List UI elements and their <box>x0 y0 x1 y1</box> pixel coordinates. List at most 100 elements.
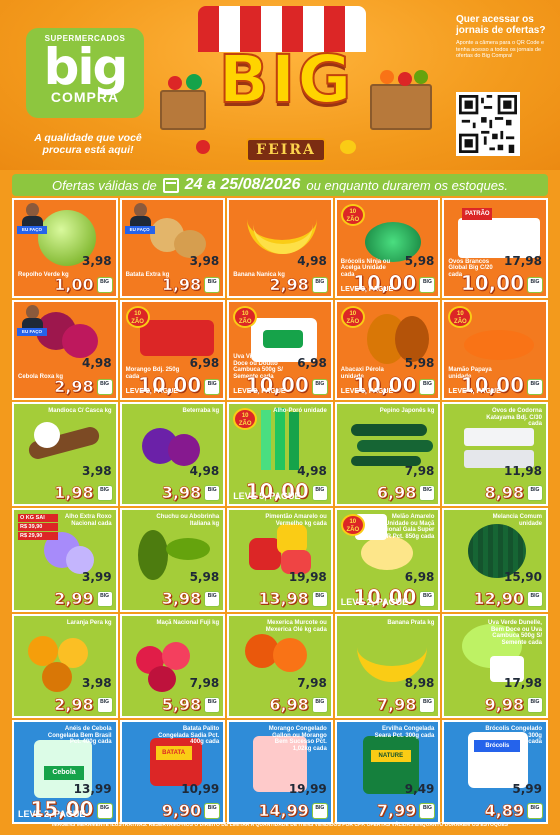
qr-code-icon <box>459 95 517 153</box>
product-card[interactable]: PATRÃO Ovos Brancos Global Big C/20 cada 1… <box>442 198 548 298</box>
regular-price: 6,98 <box>189 356 220 370</box>
big-badge-icon: BIG <box>526 485 543 501</box>
product-card[interactable]: 10 ZÃO Morango Bdj. 250g cada 6,98 10,00 BIG… <box>119 300 226 400</box>
sale-price: 1,98 <box>54 483 94 502</box>
product-image <box>289 412 300 470</box>
regular-price: 5,98 <box>404 254 435 268</box>
product-image <box>261 410 272 470</box>
big-badge-icon: BIG <box>96 697 113 713</box>
sale-price-tag: 7,98 BIG <box>376 695 436 714</box>
big-badge-icon: BIG <box>526 803 543 819</box>
big-badge-icon: BIG <box>526 697 543 713</box>
product-image <box>464 428 535 446</box>
big-compra-logo: SUPERMERCADOS big COMPRA <box>26 28 144 118</box>
product-card[interactable]: NATURE Ervilha Congelada Seara Pct. 300g … <box>334 720 441 824</box>
big-badge-icon: BIG <box>204 697 221 713</box>
big-badge-icon: BIG <box>311 591 328 607</box>
validity-banner: Ofertas válidas de 24 a 25/08/2026 ou en… <box>12 174 548 196</box>
product-image <box>42 662 72 692</box>
product-card[interactable]: Ovos de Codorna Katayama Bdj. C/30 cada 1… <box>442 402 548 506</box>
regular-price: 9,49 <box>404 782 435 796</box>
product-card[interactable]: Chuchu ou Abobrinha Italiana kg 5,98 3,98 B… <box>119 508 226 612</box>
eu-faco-label: EU FAÇO <box>17 226 47 234</box>
product-card[interactable]: EU FAÇO Cebola Roxa kg 4,98 2,98 BIG <box>12 300 118 400</box>
product-name: Mexerica Murcote ou Mexerica Olé kg cada <box>265 620 327 633</box>
sale-price: 3,98 <box>161 589 202 608</box>
product-card[interactable]: 10 ZÃO Melão Amarelo Unidade ou Maçã Naci… <box>334 508 441 612</box>
10zao-badge: 10 ZÃO <box>233 408 258 430</box>
sale-price-tag: 13,98 BIG <box>258 590 328 607</box>
product-image <box>360 536 413 570</box>
product-card[interactable]: Banana Prata kg 8,98 7,98 BIG <box>334 614 441 718</box>
regular-price: 4,98 <box>189 464 220 478</box>
hero-big-title: BIG <box>217 41 354 118</box>
regular-price: 3,99 <box>81 570 112 584</box>
sale-price: 2,98 <box>54 695 94 714</box>
regular-price: 17,98 <box>504 676 542 690</box>
big-badge-icon: BIG <box>204 277 221 293</box>
logo-big: big <box>43 38 129 96</box>
product-name: Laranja Pera kg <box>66 620 112 626</box>
sale-price: 12,90 <box>473 589 524 608</box>
sale-price-tag: 5,98 BIG <box>161 695 221 714</box>
product-card[interactable]: Uva Verde Dunelle, Bem Doce ou Uva Cambu… <box>442 614 548 718</box>
big-badge-icon: BIG <box>419 591 436 607</box>
product-card[interactable]: Mandioca C/ Casca kg 3,98 1,98 BIG <box>12 402 118 506</box>
lettuce-icon <box>186 74 202 90</box>
product-card[interactable]: Brócolis Brócolis Congelado Pratigel Pct.… <box>442 720 548 824</box>
product-image <box>34 422 60 448</box>
10zao-badge: 10 ZÃO <box>233 306 258 328</box>
regular-price: 8,98 <box>404 676 435 690</box>
regular-price: 11,98 <box>504 464 542 478</box>
eu-faco-label: EU FAÇO <box>17 328 47 336</box>
product-name: Maçã Nacional Fuji kg <box>156 620 220 626</box>
sale-price-tag: 3,98 BIG <box>161 589 221 608</box>
sale-price-tag: 3,98 BIG <box>161 483 221 502</box>
big-badge-icon: BIG <box>96 591 113 607</box>
big-badge-icon: BIG <box>419 379 436 395</box>
product-card[interactable]: 10 ZÃO Alho-Poró unidade 4,98 10,00 BIG LEVE … <box>227 402 333 506</box>
sale-price: 3,98 <box>161 483 202 502</box>
product-card[interactable]: 10 ZÃO Abacaxi Pérola unidade 5,98 10,00 BIG… <box>334 300 441 400</box>
product-card[interactable]: Maçã Nacional Fuji kg 7,98 5,98 BIG <box>119 614 226 718</box>
product-image <box>464 330 535 360</box>
product-card[interactable]: 10 ZÃO Uva Vitória Bem Doce ou Doutto Cam… <box>227 300 333 400</box>
big-badge-icon: BIG <box>96 277 113 293</box>
product-card[interactable]: Laranja Pera kg 3,98 2,98 BIG <box>12 614 118 718</box>
sale-price: 5,98 <box>161 695 202 714</box>
product-name: Melancia Comum unidade <box>492 514 542 527</box>
product-card[interactable]: Mexerica Murcote ou Mexerica Olé kg cada… <box>227 614 333 718</box>
product-card[interactable]: Beterraba kg 4,98 3,98 BIG <box>119 402 226 506</box>
product-card[interactable]: EU FAÇO Repolho Verde kg 3,98 1,00 BIG <box>12 198 118 298</box>
product-card[interactable]: 10 ZÃO Brócolis Ninja ou Acelga Unidade c… <box>334 198 441 298</box>
hero-feira-sign: FEIRA <box>246 138 326 162</box>
sale-price: 7,98 <box>376 695 417 714</box>
regular-price: 15,90 <box>504 570 542 584</box>
product-card[interactable]: 10 ZÃO Mamão Papaya unidade 10,00 BIG LEVE 4… <box>442 300 548 400</box>
sale-price: 6,98 <box>269 695 309 714</box>
orange-icon <box>380 70 394 84</box>
product-name: Morango Congelado Gallon ou Morango Bem … <box>268 726 327 752</box>
product-card[interactable]: Pimentão Amarelo ou Vermelho kg cada 19,9… <box>227 508 333 612</box>
regular-price: 7,98 <box>404 464 435 478</box>
qr-code[interactable] <box>456 92 520 156</box>
big-badge-icon: BIG <box>419 485 436 501</box>
product-card[interactable]: EU FAÇO Batata Extra kg 3,98 1,98 BIG <box>119 198 226 298</box>
big-badge-icon: BIG <box>204 485 221 501</box>
product-card[interactable]: Banana Nanica kg 4,98 2,98 BIG <box>227 198 333 298</box>
product-card[interactable]: Morango Congelado Gallon ou Morango Bem … <box>227 720 333 824</box>
big-badge-icon: BIG <box>204 379 221 395</box>
calendar-icon <box>162 177 179 193</box>
big-badge-icon: BIG <box>311 803 328 819</box>
sale-price-tag: 1,98 BIG <box>54 483 113 502</box>
product-card[interactable]: Pepino Japonês kg 7,98 6,98 BIG <box>334 402 441 506</box>
product-card[interactable]: Melancia Comum unidade 15,90 12,90 BIG <box>442 508 548 612</box>
product-card[interactable]: Cebola Anéis de Cebola Congelada Bem Bras… <box>12 720 118 824</box>
banner-dates: 24 a 25/08/2026 <box>184 176 301 193</box>
product-card[interactable]: O KG SAI R$ 39,90 R$ 29,90 Alho Extra Roxo … <box>12 508 118 612</box>
sale-price: 10,00 <box>460 271 524 295</box>
product-card[interactable]: BATATA Batata Palito Congelada Sadia Pct.… <box>119 720 226 824</box>
product-name: Brócolis Congelado Pratigel Pct. 300g ca… <box>485 726 542 745</box>
product-name: Alho Extra Roxo Nacional cada <box>64 514 112 527</box>
crate-right <box>370 84 432 130</box>
